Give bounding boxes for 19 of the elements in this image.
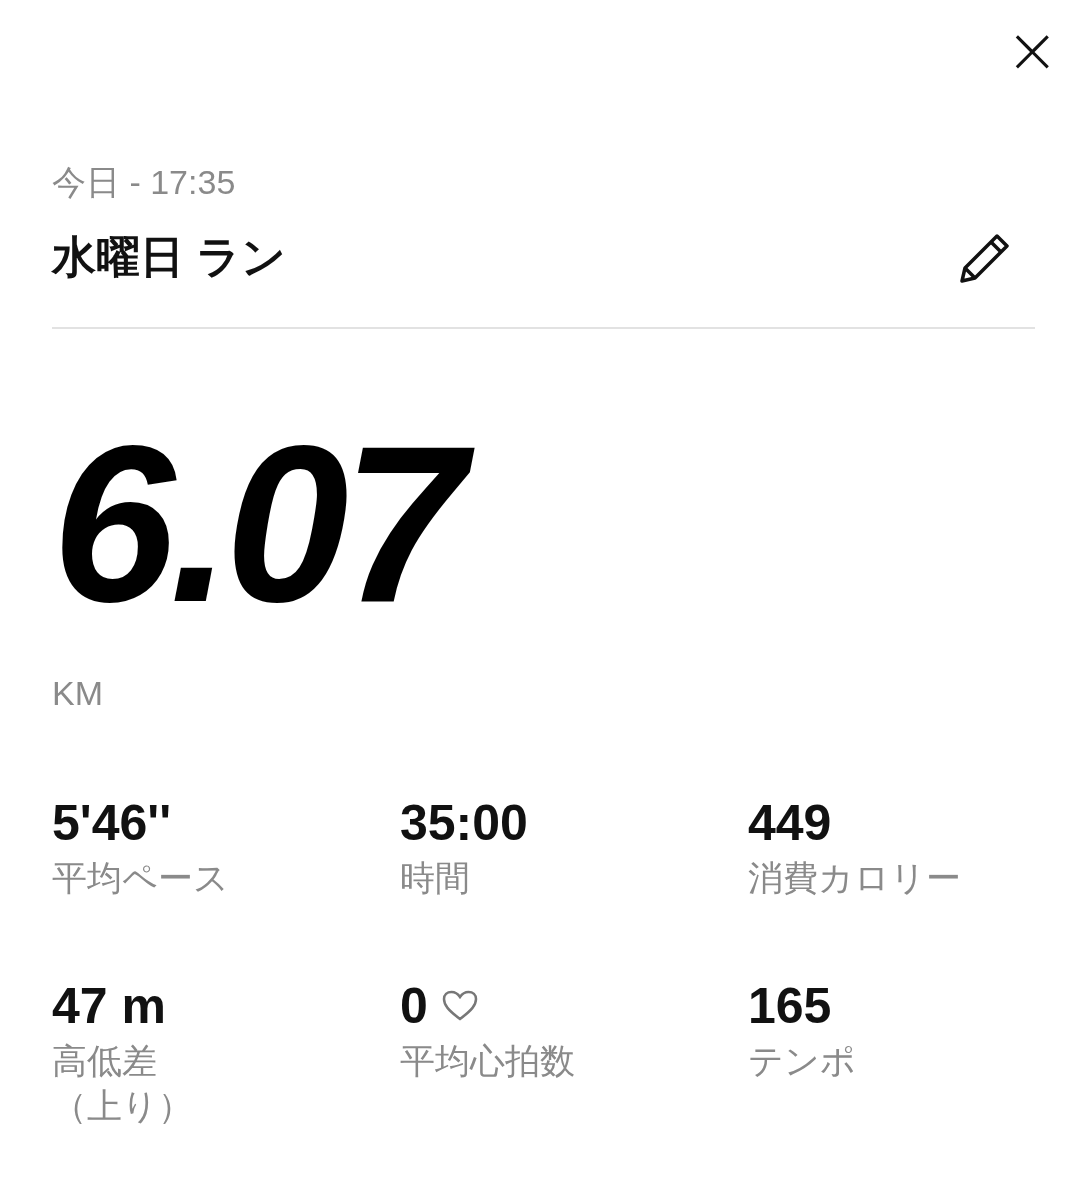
close-button[interactable]: × [999, 20, 1065, 80]
activity-title: 水曜日 ラン [52, 231, 287, 283]
stat-label: テンポ [748, 1040, 856, 1082]
stat-label: 平均心拍数 [400, 1040, 575, 1082]
heart-icon [441, 990, 478, 1022]
stat-label-note: （上り） [52, 1085, 193, 1127]
activity-date: 今日 - 17:35 [52, 162, 237, 203]
stat-label: 時間 [400, 857, 470, 899]
stat-label: 高低差 [52, 1040, 157, 1082]
stat-value: 449 [748, 795, 832, 851]
stat-label: 平均ペース [52, 857, 229, 899]
stat-value: 165 [748, 978, 832, 1034]
stat-value: 0 [400, 978, 428, 1034]
stat-value: 35:00 [400, 795, 528, 851]
distance-value: 6.07 [46, 404, 501, 644]
stat-value: 5'46'' [52, 795, 172, 851]
stat-value: 47 m [52, 978, 166, 1034]
distance-unit: KM [52, 674, 104, 713]
stat-label: 消費カロリー [748, 857, 961, 899]
